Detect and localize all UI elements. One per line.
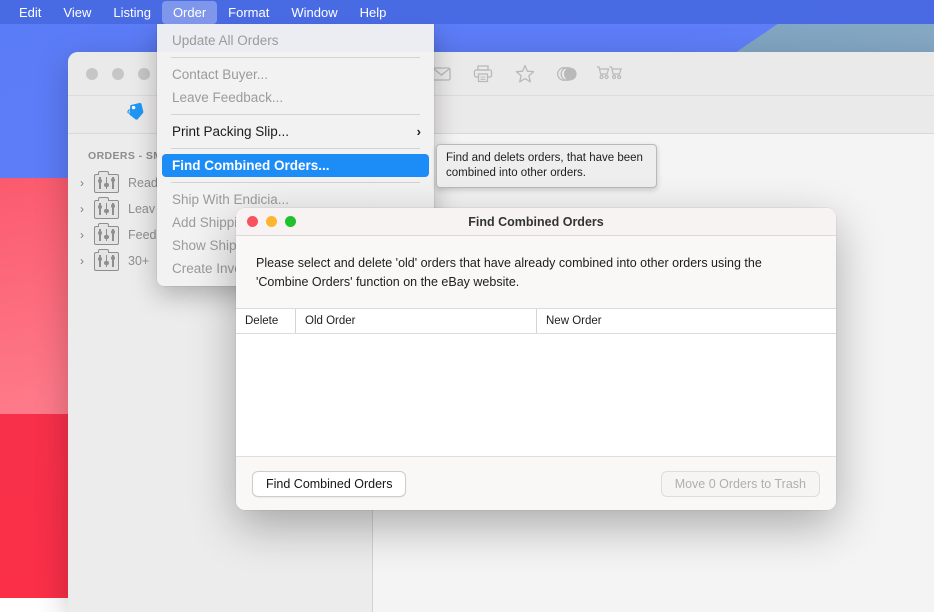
- menu-window[interactable]: Window: [280, 1, 348, 24]
- chevron-right-icon[interactable]: ›: [80, 228, 94, 242]
- price-tag-icon[interactable]: [124, 102, 148, 127]
- app-toolbar-icons: [420, 59, 630, 89]
- sidebar-item-label: 30+: [128, 254, 149, 268]
- chevron-right-icon[interactable]: ›: [80, 202, 94, 216]
- smart-folder-icon: [94, 200, 119, 219]
- chevron-right-icon[interactable]: ›: [80, 254, 94, 268]
- orders-table-body[interactable]: [236, 334, 836, 456]
- menu-item-label: Print Packing Slip...: [172, 124, 289, 139]
- close-button-inactive[interactable]: [86, 68, 98, 80]
- menu-item-leave-feedback: Leave Feedback...: [157, 86, 434, 109]
- find-combined-orders-button[interactable]: Find Combined Orders: [252, 471, 406, 497]
- sidebar-item-label: Read: [128, 176, 158, 190]
- column-header-old-order[interactable]: Old Order: [295, 309, 536, 333]
- smart-folder-icon: [94, 174, 119, 193]
- menu-help[interactable]: Help: [349, 1, 398, 24]
- dialog-message: Please select and delete 'old' orders th…: [236, 236, 836, 308]
- column-header-delete[interactable]: Delete: [236, 309, 295, 333]
- menu-separator: [171, 114, 420, 115]
- menu-separator: [171, 148, 420, 149]
- menu-item-label: Update All Orders: [172, 33, 279, 48]
- menu-item-label: Leave Feedback...: [172, 90, 283, 105]
- zoom-button[interactable]: [285, 216, 296, 227]
- menu-item-find-combined-orders[interactable]: Find Combined Orders...: [162, 154, 429, 177]
- menu-bar: Edit View Listing Order Format Window He…: [0, 0, 934, 24]
- orders-table-header: Delete Old Order New Order: [236, 308, 836, 334]
- close-button[interactable]: [247, 216, 258, 227]
- menu-item-label: Ship With Endicia...: [172, 192, 289, 207]
- menu-order[interactable]: Order: [162, 1, 217, 24]
- dialog-footer: Find Combined Orders Move 0 Orders to Tr…: [236, 456, 836, 510]
- menu-item-label: Find Combined Orders...: [172, 158, 330, 173]
- dialog-title: Find Combined Orders: [236, 215, 836, 229]
- menu-separator: [171, 57, 420, 58]
- menu-item-tooltip: Find and delets orders, that have been c…: [436, 144, 657, 188]
- star-icon[interactable]: [504, 59, 546, 89]
- carts-icon[interactable]: [588, 59, 630, 89]
- zoom-button-inactive[interactable]: [138, 68, 150, 80]
- printer-icon[interactable]: [462, 59, 504, 89]
- menu-view[interactable]: View: [52, 1, 102, 24]
- smart-folder-icon: [94, 252, 119, 271]
- menu-item-update-all-orders: Update All Orders: [157, 29, 434, 52]
- chevron-right-icon[interactable]: ›: [80, 176, 94, 190]
- menu-format[interactable]: Format: [217, 1, 280, 24]
- menu-separator: [171, 182, 420, 183]
- dialog-titlebar[interactable]: Find Combined Orders: [236, 208, 836, 236]
- menu-edit[interactable]: Edit: [8, 1, 52, 24]
- menu-item-contact-buyer: Contact Buyer...: [157, 63, 434, 86]
- sidebar-item-label: Leav: [128, 202, 155, 216]
- sidebar-item-label: Feed: [128, 228, 157, 242]
- minimize-button[interactable]: [266, 216, 277, 227]
- combine-orders-icon[interactable]: [546, 59, 588, 89]
- menu-item-print-packing-slip[interactable]: Print Packing Slip... ›: [157, 120, 434, 143]
- find-combined-orders-dialog: Find Combined Orders Please select and d…: [236, 208, 836, 510]
- move-orders-to-trash-button: Move 0 Orders to Trash: [661, 471, 820, 497]
- chevron-right-icon: ›: [417, 124, 421, 139]
- minimize-button-inactive[interactable]: [112, 68, 124, 80]
- menu-listing[interactable]: Listing: [102, 1, 162, 24]
- column-header-new-order[interactable]: New Order: [536, 309, 836, 333]
- smart-folder-icon: [94, 226, 119, 245]
- menu-item-label: Contact Buyer...: [172, 67, 268, 82]
